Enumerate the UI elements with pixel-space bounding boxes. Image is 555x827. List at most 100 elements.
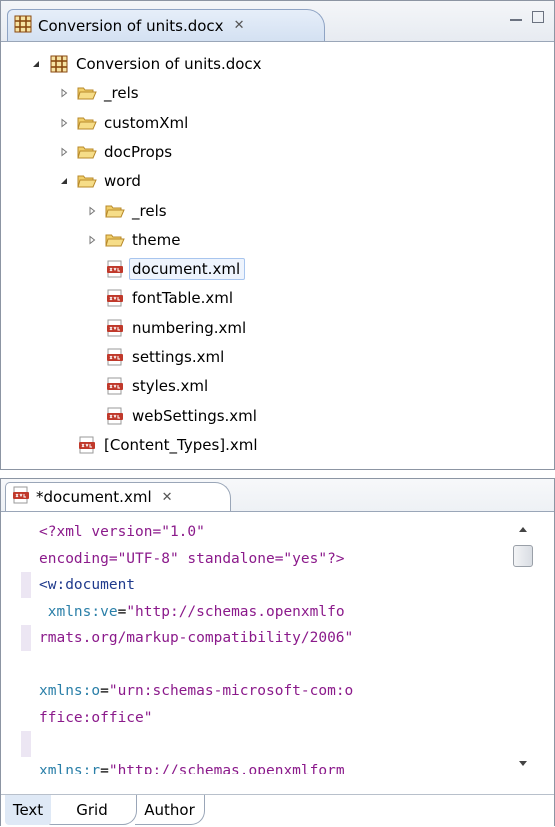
tab-document-xml[interactable]: *document.xml ✕ bbox=[5, 482, 231, 511]
tree-item-label: fontTable.xml bbox=[132, 289, 234, 308]
expanded-arrow-icon[interactable] bbox=[29, 57, 43, 71]
scroll-down-arrow-icon[interactable] bbox=[519, 761, 527, 766]
code-token: ffice:office" bbox=[39, 709, 153, 726]
tree-item[interactable]: docProps bbox=[57, 139, 172, 165]
code-token: <w:document bbox=[39, 577, 136, 593]
collapsed-arrow-icon[interactable] bbox=[85, 233, 99, 247]
expanded-arrow-icon[interactable] bbox=[57, 174, 71, 188]
code-token: = bbox=[117, 603, 127, 620]
tree-item-label: theme bbox=[132, 230, 181, 249]
code-editor[interactable]: <?xml version="1.0" encoding="UTF-8" stan… bbox=[39, 519, 509, 774]
archive-icon bbox=[14, 15, 32, 37]
tree-item[interactable]: styles.xml bbox=[85, 373, 208, 399]
code-token: = bbox=[100, 762, 109, 775]
code-line: ffice:office" bbox=[39, 705, 509, 732]
tree-item-label: docProps bbox=[104, 142, 173, 161]
close-icon[interactable]: ✕ bbox=[162, 491, 173, 504]
tree-item[interactable]: Conversion of units.docx bbox=[29, 51, 262, 77]
tree-item-label: customXml bbox=[104, 113, 189, 132]
change-marker bbox=[21, 625, 31, 651]
vertical-scrollbar[interactable] bbox=[513, 519, 535, 777]
code-token: "urn:schemas-microsoft-com:o bbox=[108, 683, 354, 699]
scroll-thumb[interactable] bbox=[513, 545, 533, 567]
collapsed-arrow-icon[interactable] bbox=[57, 116, 71, 130]
code-token: xmlns:ve bbox=[39, 603, 118, 620]
code-token: = bbox=[100, 683, 109, 699]
tree-item-label: styles.xml bbox=[132, 377, 209, 396]
code-token: "http://schemas.openxmlform bbox=[108, 762, 345, 775]
xml-file-icon bbox=[105, 289, 125, 307]
folder-icon bbox=[105, 202, 125, 220]
editor-tab-strip: *document.xml ✕ bbox=[1, 479, 554, 512]
code-line: <?xml version="1.0" bbox=[39, 519, 509, 546]
folder-icon bbox=[77, 143, 97, 161]
tab-conversion-of-units[interactable]: Conversion of units.docx ✕ bbox=[7, 9, 325, 41]
folder-icon bbox=[77, 172, 97, 190]
code-token: xmlns:r bbox=[39, 762, 101, 775]
code-token: "http://schemas.openxmlfo bbox=[126, 603, 345, 620]
tree-item-label: settings.xml bbox=[132, 348, 225, 366]
change-gutter bbox=[21, 519, 31, 774]
xml-file-icon bbox=[105, 260, 125, 278]
code-line: xmlns:o="urn:schemas-microsoft-com:o bbox=[39, 678, 509, 705]
project-panel: Conversion of units.docx ✕ Conversion of… bbox=[0, 0, 555, 470]
tab-author[interactable]: Author bbox=[135, 795, 205, 825]
tree-item[interactable]: _rels bbox=[57, 80, 139, 106]
collapsed-arrow-icon[interactable] bbox=[57, 86, 71, 100]
tree-item[interactable]: customXml bbox=[57, 110, 188, 136]
tree-item[interactable]: [Content_Types].xml bbox=[57, 432, 258, 458]
xml-file-icon bbox=[105, 407, 125, 425]
close-icon[interactable]: ✕ bbox=[234, 19, 245, 32]
xml-file-icon bbox=[77, 436, 97, 454]
tab-title: *document.xml bbox=[36, 488, 152, 506]
editor-mode-tabs: Author Grid Text bbox=[1, 794, 554, 827]
xml-file-icon bbox=[105, 348, 125, 366]
code-line: <w:document bbox=[39, 572, 509, 599]
maximize-icon[interactable] bbox=[532, 11, 544, 23]
tree-item-label: [Content_Types].xml bbox=[104, 435, 258, 454]
code-line: rmats.org/markup-compatibility/2006" bbox=[39, 625, 509, 652]
editor-panel: *document.xml ✕ <?xml version="1.0" encod… bbox=[0, 478, 555, 827]
tree-item[interactable]: theme bbox=[85, 227, 180, 253]
archive-icon bbox=[49, 55, 69, 73]
tree-item-label: webSettings.xml bbox=[132, 406, 257, 425]
tab-title: Conversion of units.docx bbox=[38, 16, 224, 35]
tree-item[interactable]: numbering.xml bbox=[85, 315, 246, 341]
xml-file-icon bbox=[105, 377, 125, 395]
tree-item[interactable]: webSettings.xml bbox=[85, 403, 257, 429]
tree-item-label: _rels bbox=[132, 201, 167, 220]
code-line: xmlns:ve="http://schemas.openxmlfo bbox=[39, 599, 509, 626]
tree-item[interactable]: settings.xml bbox=[85, 344, 224, 370]
project-tab-strip: Conversion of units.docx ✕ bbox=[1, 1, 554, 42]
tab-text[interactable]: Text bbox=[5, 795, 51, 825]
tab-grid[interactable]: Grid bbox=[47, 795, 137, 825]
tree-item[interactable]: fontTable.xml bbox=[85, 285, 233, 311]
tree-item[interactable]: _rels bbox=[85, 198, 167, 224]
tree-item[interactable]: word bbox=[57, 168, 141, 194]
change-marker bbox=[21, 572, 31, 598]
scroll-up-arrow-icon[interactable] bbox=[519, 527, 527, 532]
minimize-icon[interactable] bbox=[510, 13, 522, 21]
tree-item-label: word bbox=[104, 172, 141, 191]
code-token: xmlns:o bbox=[39, 683, 101, 699]
xml-file-icon bbox=[105, 319, 125, 337]
change-marker bbox=[21, 731, 31, 757]
code-token: <?xml version="1.0" bbox=[39, 524, 205, 540]
folder-icon bbox=[105, 231, 125, 249]
tree-item-label: document.xml bbox=[129, 258, 246, 281]
window-controls bbox=[510, 11, 544, 23]
tree-item-label: _rels bbox=[104, 84, 139, 103]
folder-icon bbox=[77, 114, 97, 132]
tree-item-label: numbering.xml bbox=[132, 318, 247, 337]
xml-file-icon bbox=[12, 486, 30, 508]
code-token: encoding="UTF-8" standalone="yes"?> bbox=[39, 550, 345, 567]
collapsed-arrow-icon[interactable] bbox=[57, 145, 71, 159]
tree-item[interactable]: document.xml bbox=[85, 256, 246, 282]
collapsed-arrow-icon[interactable] bbox=[85, 204, 99, 218]
code-line: xmlns:r="http://schemas.openxmlform bbox=[39, 758, 509, 775]
